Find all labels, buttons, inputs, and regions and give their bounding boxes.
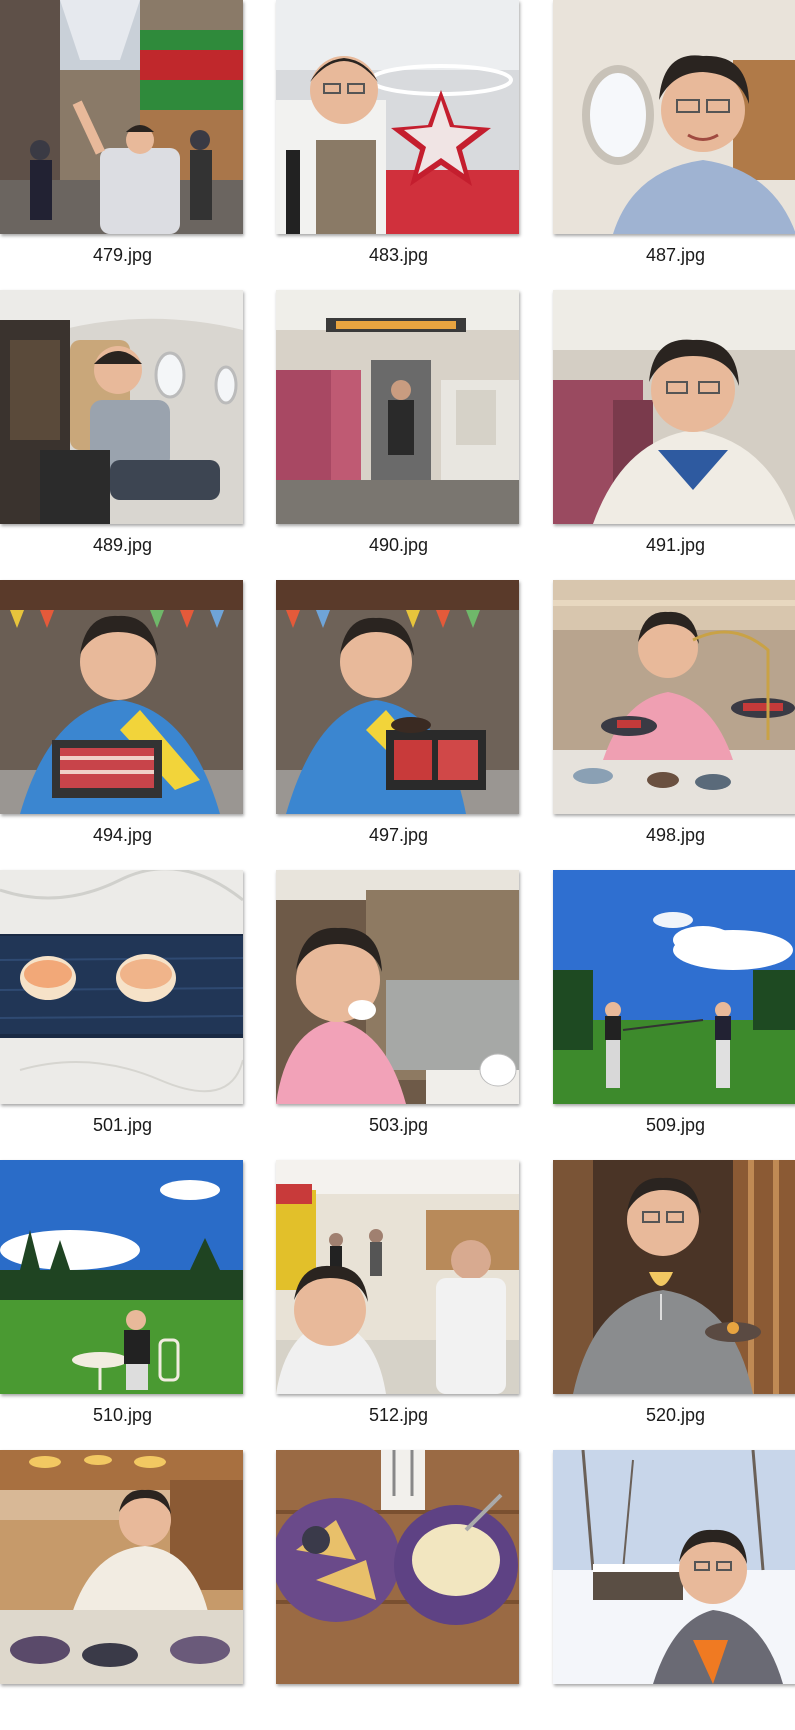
- file-item[interactable]: [553, 1450, 795, 1730]
- photo-thumbnail[interactable]: [553, 1160, 795, 1394]
- file-item[interactable]: 479.jpg: [0, 0, 245, 280]
- file-item[interactable]: 503.jpg: [276, 870, 521, 1150]
- file-item[interactable]: 491.jpg: [553, 290, 795, 570]
- file-name: 510.jpg: [92, 1405, 153, 1425]
- photo-thumbnail[interactable]: [276, 0, 519, 234]
- photo-restaurant-meat-2: [276, 580, 519, 814]
- photo-sushi-plate: [0, 870, 243, 1104]
- photo-restaurant-pink: [553, 580, 795, 814]
- file-item[interactable]: 489.jpg: [0, 290, 245, 570]
- photo-shopping-arcade: [0, 0, 243, 234]
- file-name: 512.jpg: [368, 1405, 429, 1425]
- file-item[interactable]: 520.jpg: [553, 1160, 795, 1440]
- file-name: 498.jpg: [645, 825, 706, 845]
- photo-golf-lawn: [0, 1160, 243, 1394]
- photo-food-plates: [276, 1450, 519, 1684]
- photo-thumbnail[interactable]: [0, 1160, 243, 1394]
- file-name: 490.jpg: [368, 535, 429, 555]
- file-name: 520.jpg: [645, 1405, 706, 1425]
- photo-snow-park: [553, 1450, 795, 1684]
- file-item[interactable]: 490.jpg: [276, 290, 521, 570]
- photo-airplane-seat: [0, 290, 243, 524]
- photo-golf-course: [553, 870, 795, 1104]
- photo-restaurant-meat: [0, 580, 243, 814]
- file-name: 501.jpg: [92, 1115, 153, 1135]
- photo-wine-toast: [553, 1160, 795, 1394]
- photo-thumbnail[interactable]: [0, 290, 243, 524]
- file-name: 487.jpg: [645, 245, 706, 265]
- file-item[interactable]: [0, 1450, 245, 1730]
- photo-thumbnail[interactable]: [276, 1450, 519, 1684]
- file-item[interactable]: 498.jpg: [553, 580, 795, 860]
- photo-cafe-selfie: [276, 870, 519, 1104]
- photo-thumbnail[interactable]: [276, 870, 519, 1104]
- photo-crowded-shop: [276, 1160, 519, 1394]
- photo-thumbnail[interactable]: [553, 580, 795, 814]
- file-name: 497.jpg: [368, 825, 429, 845]
- file-name: 483.jpg: [368, 245, 429, 265]
- file-item[interactable]: 483.jpg: [276, 0, 521, 280]
- photo-thumbnail[interactable]: [553, 1450, 795, 1684]
- photo-airplane-window: [553, 0, 795, 234]
- photo-train-selfie: [553, 290, 795, 524]
- file-item[interactable]: 497.jpg: [276, 580, 521, 860]
- file-name: 479.jpg: [92, 245, 153, 265]
- photo-thumbnail[interactable]: [276, 1160, 519, 1394]
- photo-buffet: [0, 1450, 243, 1684]
- file-grid: 479.jpg 483.jpg 487.jpg 489.jpg 490.jpg …: [0, 0, 795, 1686]
- photo-thumbnail[interactable]: [0, 0, 243, 234]
- photo-thumbnail[interactable]: [276, 580, 519, 814]
- file-name: 503.jpg: [368, 1115, 429, 1135]
- file-name: 494.jpg: [92, 825, 153, 845]
- photo-thumbnail[interactable]: [0, 870, 243, 1104]
- file-item[interactable]: 494.jpg: [0, 580, 245, 860]
- file-item[interactable]: [276, 1450, 521, 1730]
- photo-thumbnail[interactable]: [0, 1450, 243, 1684]
- file-item[interactable]: 512.jpg: [276, 1160, 521, 1440]
- photo-thumbnail[interactable]: [276, 290, 519, 524]
- file-item[interactable]: 487.jpg: [553, 0, 795, 280]
- photo-airport-star: [276, 0, 519, 234]
- file-name: 509.jpg: [645, 1115, 706, 1135]
- file-item[interactable]: 509.jpg: [553, 870, 795, 1150]
- photo-thumbnail[interactable]: [0, 580, 243, 814]
- file-item[interactable]: 501.jpg: [0, 870, 245, 1150]
- photo-thumbnail[interactable]: [553, 870, 795, 1104]
- photo-train-aisle: [276, 290, 519, 524]
- photo-thumbnail[interactable]: [553, 290, 795, 524]
- photo-thumbnail[interactable]: [553, 0, 795, 234]
- file-name: 491.jpg: [645, 535, 706, 555]
- file-name: 489.jpg: [92, 535, 153, 555]
- file-item[interactable]: 510.jpg: [0, 1160, 245, 1440]
